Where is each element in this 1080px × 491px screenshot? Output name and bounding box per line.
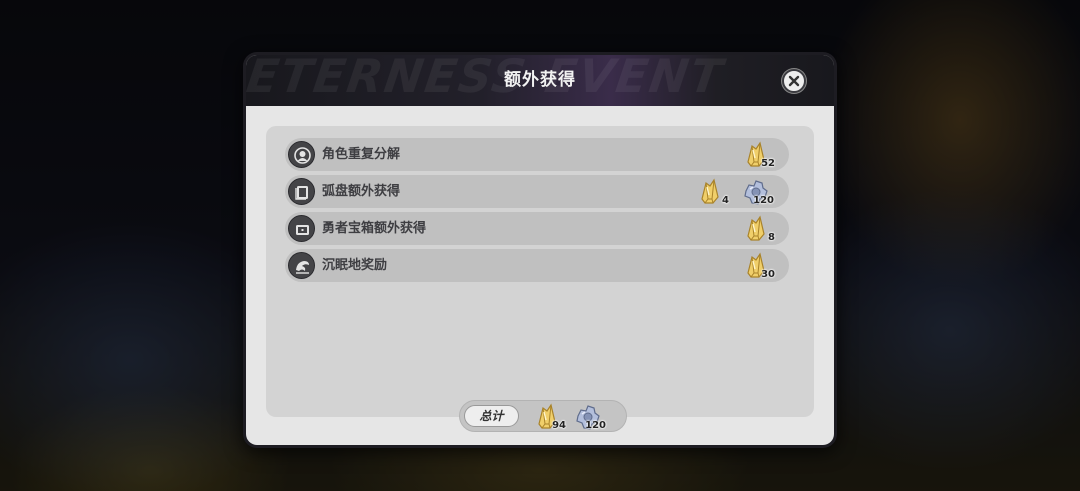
arc-disc-icon [288, 178, 315, 205]
gold-crystal-reward: 8 [741, 214, 775, 244]
gold-crystal-icon [695, 177, 725, 207]
reward-count: 4 [722, 195, 729, 206]
total-gold-crystal: 94 [532, 402, 566, 432]
treasure-chest-icon [288, 215, 315, 242]
gold-crystal-reward: 4 [695, 177, 729, 207]
total-count: 120 [585, 420, 606, 431]
reward-row-label: 弧盘额外获得 [322, 184, 401, 199]
gold-crystal-icon [741, 214, 771, 244]
total-summary-bar: 总计 94 120 [459, 400, 627, 432]
reward-row-arc-disc: 弧盘额外获得 4 120 [285, 175, 789, 208]
silver-gear-reward: 120 [740, 177, 774, 207]
reward-row-label: 勇者宝箱额外获得 [322, 221, 427, 236]
reward-row-label: 角色重复分解 [322, 147, 401, 162]
gold-crystal-reward: 30 [741, 251, 775, 281]
reward-row-character-duplicate: 角色重复分解 52 [285, 138, 789, 171]
character-duplicate-icon [288, 141, 315, 168]
total-silver-gear: 120 [572, 402, 606, 432]
close-button[interactable] [782, 69, 806, 93]
reward-count: 120 [753, 195, 774, 206]
close-icon [788, 75, 800, 87]
reward-row-label: 沉眠地奖励 [322, 258, 388, 273]
total-count: 94 [552, 420, 566, 431]
dormant-land-icon [288, 252, 315, 279]
reward-list-panel: 角色重复分解 52 弧盘额外获得 4 120 勇者宝箱额外获得 8 沉眠地奖励 … [266, 126, 814, 417]
dialog-title: 额外获得 [504, 70, 576, 90]
reward-row-dormant-land: 沉眠地奖励 30 [285, 249, 789, 282]
reward-count: 30 [761, 269, 775, 280]
dialog-header: ETERNESS EVENT 额外获得 [246, 55, 834, 106]
reward-row-treasure-chest: 勇者宝箱额外获得 8 [285, 212, 789, 245]
gold-crystal-reward: 52 [741, 140, 775, 170]
reward-count: 8 [768, 232, 775, 243]
extra-rewards-dialog: ETERNESS EVENT 额外获得 角色重复分解 52 弧盘额外获得 4 1… [243, 52, 837, 448]
reward-count: 52 [761, 158, 775, 169]
total-label: 总计 [464, 405, 519, 427]
dialog-body: ETERNESS EVENT 额外获得 角色重复分解 52 弧盘额外获得 4 1… [246, 55, 834, 445]
